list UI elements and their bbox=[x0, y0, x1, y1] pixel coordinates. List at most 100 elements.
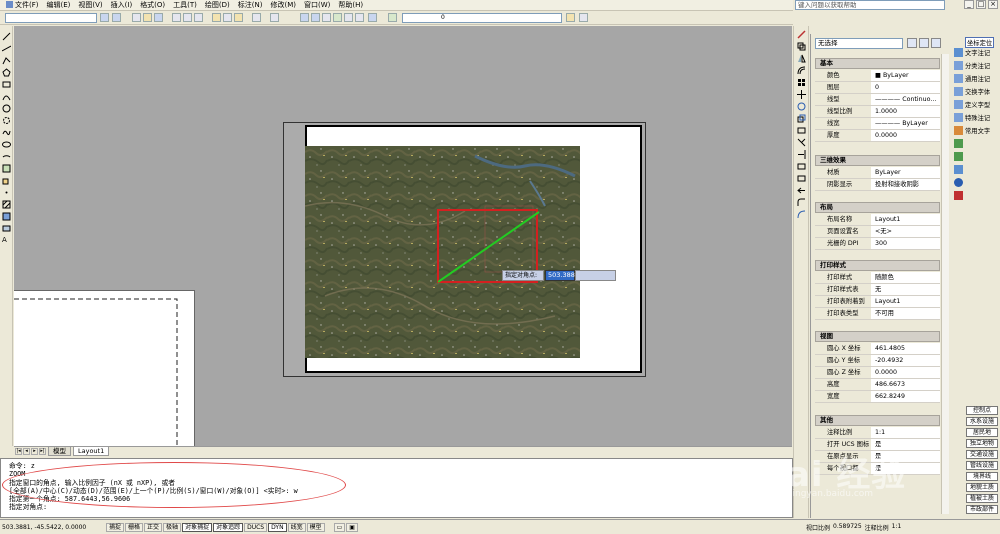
rectangle-icon[interactable] bbox=[2, 80, 11, 89]
ellipse-icon[interactable] bbox=[2, 140, 11, 149]
zoom-window-icon[interactable] bbox=[100, 13, 109, 22]
prop-row[interactable]: 打印样式 随颜色 bbox=[815, 272, 940, 284]
prop-row[interactable]: 页面设置名 <无> bbox=[815, 226, 940, 238]
workspace-combo[interactable] bbox=[5, 13, 97, 23]
prop-row[interactable]: 颜色 ■ ByLayer bbox=[815, 70, 940, 82]
trim-icon[interactable] bbox=[797, 138, 806, 147]
toggle-ducs[interactable]: DUCS bbox=[244, 522, 268, 532]
polygon-icon[interactable] bbox=[2, 68, 11, 77]
publish-icon[interactable] bbox=[194, 13, 203, 22]
scale-icon[interactable] bbox=[797, 114, 806, 123]
toggle-pickadd-icon[interactable] bbox=[907, 38, 917, 48]
help-icon[interactable] bbox=[368, 13, 377, 22]
chamfer-icon[interactable] bbox=[797, 186, 806, 195]
multiline-text-icon[interactable]: A bbox=[2, 236, 11, 245]
pan-icon[interactable] bbox=[300, 13, 309, 22]
section-view[interactable]: 视图 bbox=[815, 331, 940, 342]
offset-icon[interactable] bbox=[797, 66, 806, 75]
section-plot-style[interactable]: 打印样式 bbox=[815, 260, 940, 271]
prop-row[interactable]: 注释比例 1:1 bbox=[815, 427, 940, 439]
menu-format[interactable]: 格式(O) bbox=[136, 0, 169, 10]
make-block-icon[interactable] bbox=[2, 176, 11, 185]
copy-object-icon[interactable] bbox=[797, 42, 806, 51]
section-3d-effects[interactable]: 三维效果 bbox=[815, 155, 940, 166]
save-icon[interactable] bbox=[154, 13, 163, 22]
ellipse-arc-icon[interactable] bbox=[2, 152, 11, 161]
prop-row[interactable]: 圆心 Z 坐标 0.0000 bbox=[815, 367, 940, 379]
erase-icon[interactable] bbox=[797, 30, 806, 39]
dynamic-input-value[interactable]: 503.3881 bbox=[545, 270, 579, 281]
prop-row[interactable]: 线宽 ———— ByLayer bbox=[815, 118, 940, 130]
toggle-grid[interactable]: 栅格 bbox=[125, 522, 144, 532]
menu-help[interactable]: 帮助(H) bbox=[334, 0, 367, 10]
tab-model[interactable]: 模型 bbox=[48, 446, 71, 456]
arc-icon[interactable] bbox=[2, 92, 11, 101]
help-search-input[interactable]: 键入问题以获取帮助 bbox=[795, 0, 945, 10]
tool-icon[interactable] bbox=[954, 165, 963, 174]
menu-tools[interactable]: 工具(T) bbox=[169, 0, 201, 10]
dock-item-category[interactable]: 分类注记 bbox=[965, 61, 990, 70]
polyline-icon[interactable] bbox=[2, 56, 11, 65]
drawing-canvas[interactable]: 指定对角点: 503.3881 bbox=[14, 26, 792, 447]
delete-icon[interactable] bbox=[954, 191, 963, 200]
line-icon[interactable] bbox=[2, 32, 11, 41]
print-preview-icon[interactable] bbox=[183, 13, 192, 22]
prop-row[interactable]: 圆心 X 坐标 461.4805 bbox=[815, 343, 940, 355]
revision-cloud-icon[interactable] bbox=[2, 116, 11, 125]
tool-palettes-icon[interactable] bbox=[355, 13, 364, 22]
redo-icon[interactable] bbox=[270, 13, 279, 22]
properties-icon[interactable] bbox=[333, 13, 342, 22]
dock-item-special[interactable]: 特殊注记 bbox=[965, 113, 990, 122]
fillet-icon[interactable] bbox=[797, 198, 806, 207]
menu-modify[interactable]: 修改(M) bbox=[266, 0, 300, 10]
layer-manager-icon[interactable] bbox=[388, 13, 397, 22]
prop-row[interactable]: 打印表类型 不可用 bbox=[815, 308, 940, 320]
tab-first-icon[interactable]: |◂ bbox=[15, 447, 22, 455]
hatch-icon[interactable] bbox=[2, 200, 11, 209]
maximize-viewport-icon[interactable]: ▭ bbox=[333, 522, 346, 532]
dock-item-swap-font[interactable]: 交换字体 bbox=[965, 87, 990, 96]
tool-icon[interactable] bbox=[954, 139, 963, 148]
dock-button-vegetation[interactable]: 植被土质 bbox=[966, 494, 998, 503]
section-basic[interactable]: 基本 bbox=[815, 58, 940, 69]
properties-scrollbar[interactable] bbox=[941, 54, 949, 514]
section-layout[interactable]: 布局 bbox=[815, 202, 940, 213]
point-icon[interactable] bbox=[2, 188, 11, 197]
dock-button-municipal[interactable]: 市政部件 bbox=[966, 505, 998, 514]
close-icon[interactable]: × bbox=[988, 0, 998, 9]
circle-icon[interactable] bbox=[2, 104, 11, 113]
break-icon[interactable] bbox=[797, 162, 806, 171]
rotate-icon[interactable] bbox=[797, 102, 806, 111]
prop-row[interactable]: 打印表附着到 Layout1 bbox=[815, 296, 940, 308]
dock-button-terrain[interactable]: 地貌土质 bbox=[966, 483, 998, 492]
toggle-otrack[interactable]: 对象追踪 bbox=[213, 522, 244, 532]
tab-next-icon[interactable]: ▸ bbox=[31, 447, 38, 455]
prop-row[interactable]: 线型比例 1.0000 bbox=[815, 106, 940, 118]
spline-icon[interactable] bbox=[2, 128, 11, 137]
dock-button-water[interactable]: 水系设施 bbox=[966, 417, 998, 426]
section-misc[interactable]: 其他 bbox=[815, 415, 940, 426]
dock-button-landmark[interactable]: 独立地物 bbox=[966, 439, 998, 448]
move-icon[interactable] bbox=[797, 90, 806, 99]
prop-row[interactable]: 打印样式表无 bbox=[815, 284, 940, 296]
prop-row[interactable]: 布局名称 Layout1 bbox=[815, 214, 940, 226]
zoom-previous-icon[interactable] bbox=[112, 13, 121, 22]
array-icon[interactable] bbox=[797, 78, 806, 87]
make-current-layer-icon[interactable] bbox=[579, 13, 588, 22]
zoom-realtime-icon[interactable] bbox=[311, 13, 320, 22]
layer-combo[interactable]: 0 bbox=[402, 13, 562, 23]
print-icon[interactable] bbox=[172, 13, 181, 22]
toggle-ortho[interactable]: 正交 bbox=[144, 522, 163, 532]
restore-icon[interactable]: □ bbox=[976, 0, 986, 9]
toggle-lineweight[interactable]: 线宽 bbox=[287, 522, 306, 532]
prop-row[interactable]: 阴影显示 投射和接收阴影 bbox=[815, 179, 940, 191]
minimize-icon[interactable]: _ bbox=[964, 0, 974, 9]
menu-insert[interactable]: 插入(I) bbox=[107, 0, 137, 10]
copy-icon[interactable] bbox=[223, 13, 232, 22]
dock-button-control-point[interactable]: 控制点 bbox=[966, 406, 998, 415]
prop-row[interactable]: 图层 0 bbox=[815, 82, 940, 94]
viewport-lock-icon[interactable]: ▣ bbox=[346, 522, 358, 532]
dock-item-general[interactable]: 通用注记 bbox=[965, 74, 990, 83]
toggle-snap[interactable]: 捕捉 bbox=[106, 522, 125, 532]
design-center-icon[interactable] bbox=[344, 13, 353, 22]
